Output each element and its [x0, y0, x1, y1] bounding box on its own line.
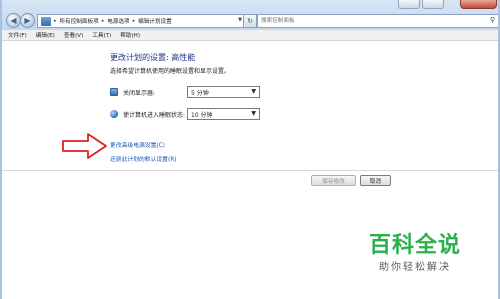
cancel-button[interactable]: 取消 — [360, 175, 391, 186]
display-off-row: 关闭显示器: — [110, 85, 155, 99]
menu-view[interactable]: 查看(V) — [64, 31, 83, 39]
window-left-border — [0, 0, 2, 299]
menu-edit[interactable]: 编辑(E) — [36, 31, 55, 39]
control-panel-icon — [41, 16, 51, 26]
crumb-separator-icon: ▸ — [101, 18, 105, 24]
address-box[interactable]: ▸ 所有控制面板项 ▸ 电源选项 ▸ 编辑计划设置 ▼ — [37, 14, 245, 28]
display-off-label: 关闭显示器: — [123, 89, 156, 97]
page-title: 更改计划的设置: 高性能 — [110, 53, 196, 62]
search-box[interactable]: ⚲ — [257, 14, 499, 28]
refresh-button[interactable]: ↻ — [243, 14, 257, 28]
menu-tools[interactable]: 工具(T) — [92, 31, 111, 39]
save-changes-button[interactable]: 保存修改 — [311, 175, 356, 186]
advanced-power-settings-link[interactable]: 更改高级电源设置(C) — [110, 140, 165, 149]
sleep-value: 10 分钟 — [191, 111, 213, 119]
back-button[interactable]: ◀ — [6, 13, 21, 28]
menu-help[interactable]: 帮助(H) — [120, 31, 140, 39]
search-input[interactable] — [261, 16, 461, 26]
address-bar-row: ◀ ▶ ▸ 所有控制面板项 ▸ 电源选项 ▸ 编辑计划设置 ▼ ↻ ⚲ — [0, 0, 500, 30]
menu-bar: 文件(F) 编辑(E) 查看(V) 工具(T) 帮助(H) — [2, 30, 498, 41]
crumb-separator-icon: ▸ — [132, 18, 136, 24]
watermark-subtitle: 助你轻松解决 — [379, 262, 451, 273]
control-panel-window: ◀ ▶ ▸ 所有控制面板项 ▸ 电源选项 ▸ 编辑计划设置 ▼ ↻ ⚲ 文件(F… — [0, 0, 500, 299]
close-button[interactable] — [460, 0, 497, 9]
maximize-button[interactable] — [422, 0, 444, 9]
sleep-row: 使计算机进入睡眠状态: — [110, 107, 185, 121]
forward-button[interactable]: ▶ — [20, 13, 35, 28]
sleep-icon — [110, 110, 118, 118]
chevron-down-icon: ▼ — [251, 88, 256, 95]
chevron-down-icon: ▼ — [251, 110, 256, 117]
menu-file[interactable]: 文件(F) — [8, 31, 27, 39]
breadcrumb-edit-plan[interactable]: 编辑计划设置 — [138, 17, 172, 25]
back-arrow-icon: ◀ — [10, 16, 17, 25]
display-off-select[interactable]: 5 分钟 ▼ — [187, 86, 260, 98]
minimize-button[interactable] — [398, 0, 420, 9]
footer-divider — [2, 170, 498, 171]
breadcrumb-power-options[interactable]: 电源选项 — [107, 17, 129, 25]
display-off-value: 5 分钟 — [191, 89, 209, 97]
search-icon[interactable]: ⚲ — [490, 16, 495, 24]
restore-defaults-link[interactable]: 还原此计划的默认设置(R) — [110, 154, 177, 163]
red-arrow-icon — [62, 133, 107, 159]
refresh-icon: ↻ — [247, 17, 253, 25]
forward-arrow-icon: ▶ — [24, 16, 31, 25]
breadcrumb-all-items[interactable]: 所有控制面板项 — [60, 17, 99, 25]
watermark: 百科全说 助你轻松解决 — [365, 227, 465, 273]
page-subtitle: 选择希望计算机使用的睡眠设置和显示设置。 — [110, 68, 231, 75]
sleep-label: 使计算机进入睡眠状态: — [123, 111, 186, 119]
crumb-separator-icon: ▸ — [54, 18, 57, 24]
address-dropdown-icon[interactable]: ▼ — [238, 17, 242, 23]
monitor-icon — [110, 88, 118, 96]
watermark-title: 百科全说 — [368, 233, 461, 258]
sleep-select[interactable]: 10 分钟 ▼ — [187, 108, 260, 120]
